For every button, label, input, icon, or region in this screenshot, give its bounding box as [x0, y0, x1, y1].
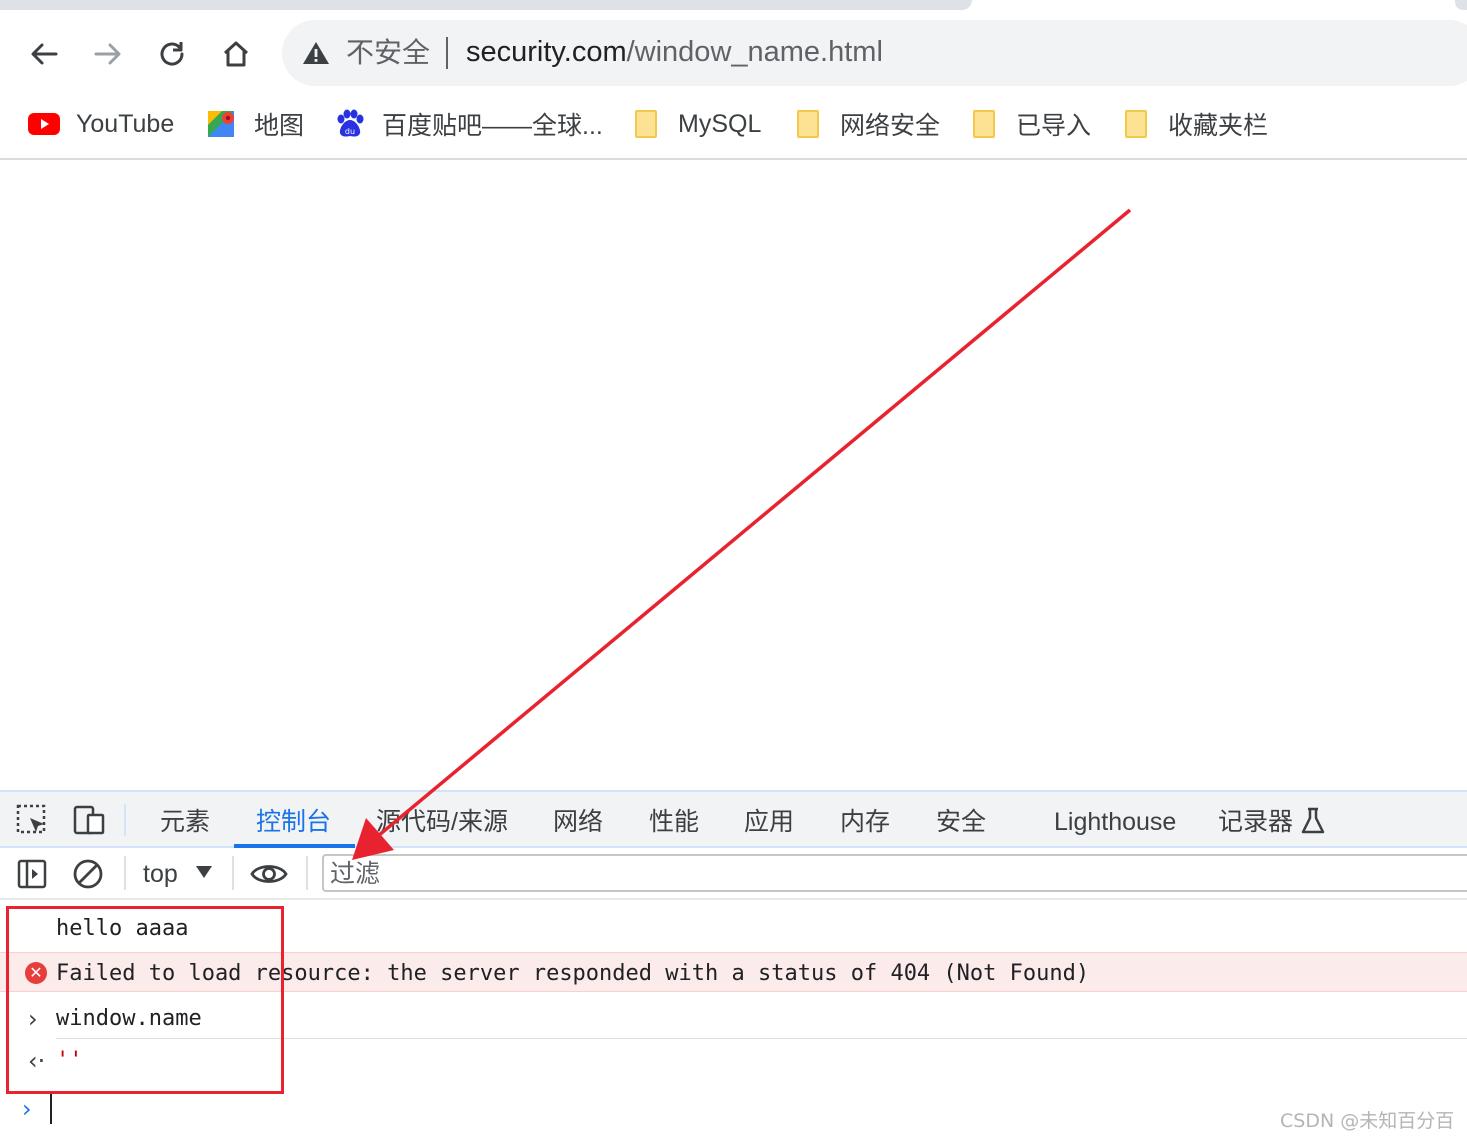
experiment-flask-icon [1301, 807, 1325, 834]
back-button[interactable] [24, 34, 64, 74]
tab-network[interactable]: 网络 [553, 802, 603, 842]
toolbar-separator [124, 856, 126, 890]
bookmark-label: 收藏夹栏 [1168, 112, 1269, 140]
forward-button[interactable] [88, 34, 128, 74]
address-bar[interactable]: 不安全 security.com/window_name.html [282, 20, 1467, 86]
context-selector[interactable]: top [143, 856, 178, 892]
bookmark-label: MySQL [678, 109, 762, 138]
reload-button[interactable] [152, 34, 192, 74]
security-label[interactable]: 不安全 [346, 34, 430, 72]
bookmark-label: 地图 [254, 112, 305, 140]
devtools-tabbar: 元素 控制台 源代码/来源 网络 性能 应用 内存 安全 Lighthouse … [0, 790, 1467, 848]
bookmark-maps[interactable]: 地图 [206, 104, 304, 144]
bookmark-folder-favorites[interactable]: 收藏夹栏 [1120, 104, 1268, 144]
bookmarks-bar: YouTube 地图 du 百度贴吧——全球... MySQL 网络安全 已导入… [0, 90, 1467, 160]
bookmark-baidu-tieba[interactable]: du 百度贴吧——全球... [334, 104, 603, 144]
folder-icon [792, 109, 824, 139]
tab-sources[interactable]: 源代码/来源 [376, 802, 508, 842]
dropdown-arrow-icon[interactable] [196, 866, 212, 878]
address-separator [446, 37, 448, 69]
toolbar-separator [306, 856, 308, 890]
home-icon [223, 41, 249, 67]
url-host: security.com [466, 36, 627, 68]
clear-console-icon[interactable] [72, 858, 104, 890]
console-prompt[interactable]: › [0, 1090, 1467, 1130]
browser-tab-right[interactable] [1455, 0, 1467, 10]
page-content [0, 162, 1467, 790]
prompt-chevron-icon: › [22, 1095, 32, 1123]
bookmark-label: 已导入 [1016, 112, 1092, 140]
watermark: CSDN @未知百分百 [1280, 1110, 1455, 1132]
tab-recorder[interactable]: 记录器 [1218, 802, 1293, 842]
bookmark-label: YouTube [76, 109, 175, 138]
youtube-icon [28, 109, 60, 139]
maps-icon [206, 109, 238, 139]
home-button[interactable] [216, 34, 256, 74]
forward-arrow-icon [94, 43, 121, 65]
tab-lighthouse[interactable]: Lighthouse [1054, 802, 1176, 842]
bookmark-youtube[interactable]: YouTube [28, 104, 174, 144]
annotation-highlight-box [6, 906, 284, 1094]
filter-box [322, 854, 1467, 892]
tab-elements[interactable]: 元素 [160, 802, 210, 842]
url-text[interactable]: security.com/window_name.html [466, 33, 883, 71]
browser-tab[interactable] [0, 0, 972, 10]
tab-security[interactable]: 安全 [936, 802, 986, 842]
tab-application[interactable]: 应用 [744, 802, 794, 842]
text-caret [50, 1094, 52, 1124]
warning-icon[interactable] [302, 40, 330, 66]
bookmark-folder-security[interactable]: 网络安全 [792, 104, 940, 144]
tab-console[interactable]: 控制台 [256, 802, 331, 842]
inspect-element-icon[interactable] [16, 804, 48, 836]
device-toolbar-icon[interactable] [72, 804, 106, 836]
tab-separator [124, 804, 126, 836]
bookmark-folder-mysql[interactable]: MySQL [630, 104, 761, 144]
sidebar-toggle-icon[interactable] [16, 858, 48, 890]
bookmark-folder-imported[interactable]: 已导入 [968, 104, 1091, 144]
back-arrow-icon [31, 43, 58, 65]
browser-toolbar: 不安全 security.com/window_name.html [0, 18, 1467, 90]
live-expression-eye-icon[interactable] [250, 860, 288, 888]
tab-strip [0, 0, 1467, 18]
tab-memory[interactable]: 内存 [840, 802, 890, 842]
console-toolbar: top [0, 848, 1467, 900]
filter-input[interactable] [324, 856, 1467, 890]
folder-icon [630, 109, 662, 139]
baidu-icon: du [334, 109, 366, 139]
url-path: /window_name.html [626, 36, 883, 68]
svg-text:du: du [345, 127, 355, 136]
folder-icon [968, 109, 1000, 139]
toolbar-separator [232, 856, 234, 890]
tab-performance[interactable]: 性能 [649, 802, 699, 842]
bookmark-label: 网络安全 [840, 112, 941, 140]
bookmark-label: 百度贴吧——全球... [382, 112, 603, 140]
folder-icon [1120, 109, 1152, 139]
reload-icon [160, 42, 184, 66]
